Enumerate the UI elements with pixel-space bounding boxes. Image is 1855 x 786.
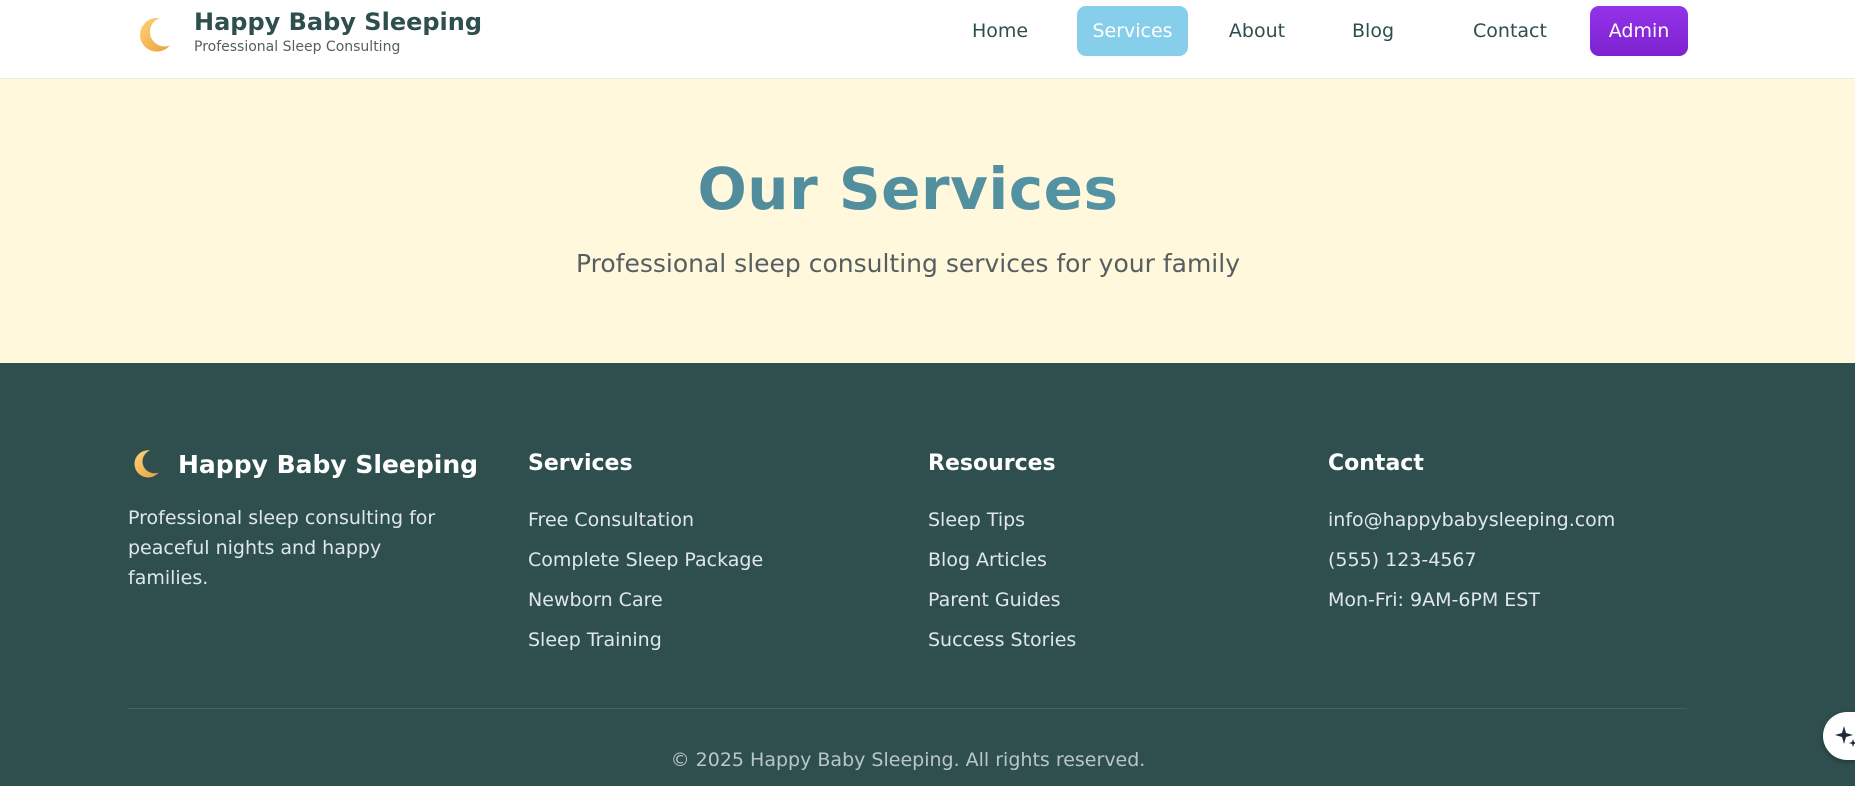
page-subtitle: Professional sleep consulting services f… (575, 249, 1240, 278)
footer-link-sleep-training[interactable]: Sleep Training (528, 620, 763, 660)
footer-copyright: © 2025 Happy Baby Sleeping. All rights r… (670, 749, 1146, 771)
sparkle-icon (1835, 726, 1855, 747)
page-title: Our Services (0, 155, 1816, 223)
footer-link-free-consultation[interactable]: Free Consultation (528, 500, 763, 540)
nav-about[interactable]: About (1207, 6, 1307, 56)
nav-home[interactable]: Home (950, 6, 1050, 56)
footer-brand-title: Happy Baby Sleeping (178, 449, 479, 479)
brand[interactable]: Happy Baby Sleeping Professional Sleep C… (132, 6, 482, 56)
footer-contact-heading: Contact (1328, 451, 1424, 476)
nav-contact[interactable]: Contact (1460, 6, 1560, 56)
hero-section: Our Services Professional sleep consulti… (0, 79, 1855, 363)
footer-brand: Happy Baby Sleeping (128, 447, 478, 481)
footer-contact-hours: Mon-Fri: 9AM-6PM EST (1328, 589, 1540, 611)
nav-blog[interactable]: Blog (1332, 6, 1414, 56)
footer-resources-column: Resources Sleep Tips Blog Articles Paren… (928, 447, 1076, 660)
footer-contact-column: Contact info@happybabysleeping.com (555)… (1328, 447, 1615, 620)
crescent-moon-icon (134, 450, 159, 478)
crescent-moon-icon (140, 18, 170, 52)
footer-services-heading: Services (528, 451, 633, 476)
footer-link-blog-articles[interactable]: Blog Articles (928, 540, 1076, 580)
footer-brand-description: Professional sleep consulting for peacef… (128, 507, 436, 589)
nav-services[interactable]: Services (1077, 6, 1188, 56)
brand-subtitle: Professional Sleep Consulting (194, 39, 401, 55)
footer-divider (128, 708, 1687, 709)
footer-link-parent-guides[interactable]: Parent Guides (928, 580, 1076, 620)
footer-services-column: Services Free Consultation Complete Slee… (528, 447, 763, 660)
footer-contact-email[interactable]: info@happybabysleeping.com (1328, 500, 1615, 540)
site-footer: Happy Baby Sleeping Professional sleep c… (0, 363, 1855, 786)
admin-button[interactable]: Admin (1590, 6, 1688, 56)
footer-resources-heading: Resources (928, 451, 1056, 476)
footer-link-sleep-tips[interactable]: Sleep Tips (928, 500, 1076, 540)
footer-contact-phone[interactable]: (555) 123-4567 (1328, 540, 1615, 580)
footer-link-complete-sleep-package[interactable]: Complete Sleep Package (528, 540, 763, 580)
site-header: Happy Baby Sleeping Professional Sleep C… (0, 0, 1855, 79)
footer-link-success-stories[interactable]: Success Stories (928, 620, 1076, 660)
footer-link-newborn-care[interactable]: Newborn Care (528, 580, 763, 620)
brand-title: Happy Baby Sleeping (194, 8, 483, 36)
